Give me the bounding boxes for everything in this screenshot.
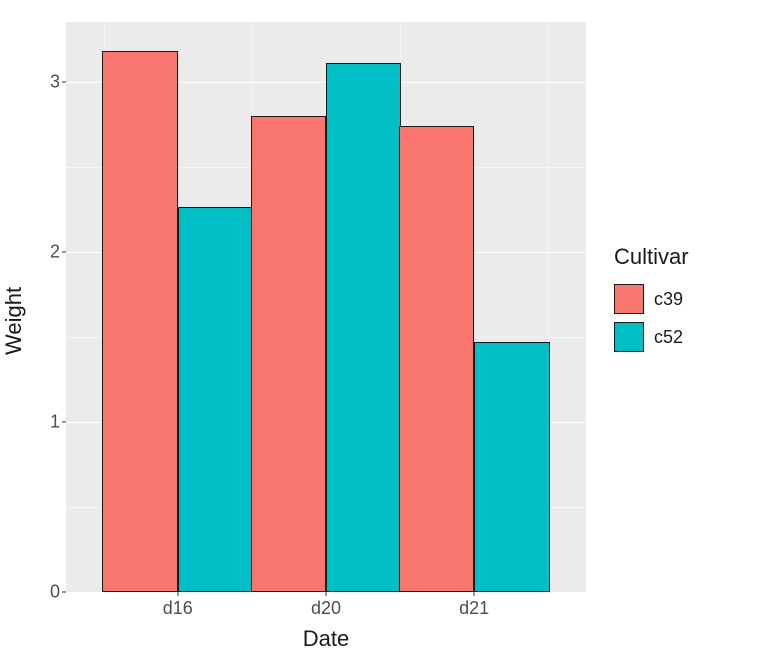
legend-item-c39: c39 [614,284,689,314]
legend-title: Cultivar [614,244,689,270]
bar-c39-d20 [251,116,326,592]
bar-c52-d21 [474,342,549,592]
y-tick-mark [62,592,66,593]
y-axis-title: Weight [1,287,27,355]
bar-c52-d20 [326,63,401,592]
x-tick-mark [326,592,327,596]
bar-c39-d21 [399,126,474,592]
x-tick-mark [177,592,178,596]
legend-swatch-c39 [614,284,644,314]
plot-panel: 0123d16d20d21 [66,22,586,592]
legend-label: c39 [654,289,683,310]
y-tick-mark [62,81,66,82]
legend: Cultivar c39 c52 [614,244,689,360]
legend-swatch-c52 [614,322,644,352]
x-tick-label: d16 [163,592,193,619]
y-tick-mark [62,251,66,252]
legend-label: c52 [654,327,683,348]
figure: 0123d16d20d21 Weight Date Cultivar c39 c5… [0,0,768,672]
x-tick-label: d21 [459,592,489,619]
bar-c39-d16 [102,51,177,592]
x-tick-label: d20 [311,592,341,619]
legend-item-c52: c52 [614,322,689,352]
x-axis-title: Date [303,626,349,652]
x-tick-mark [474,592,475,596]
bar-c52-d16 [178,207,253,592]
y-tick-mark [62,421,66,422]
